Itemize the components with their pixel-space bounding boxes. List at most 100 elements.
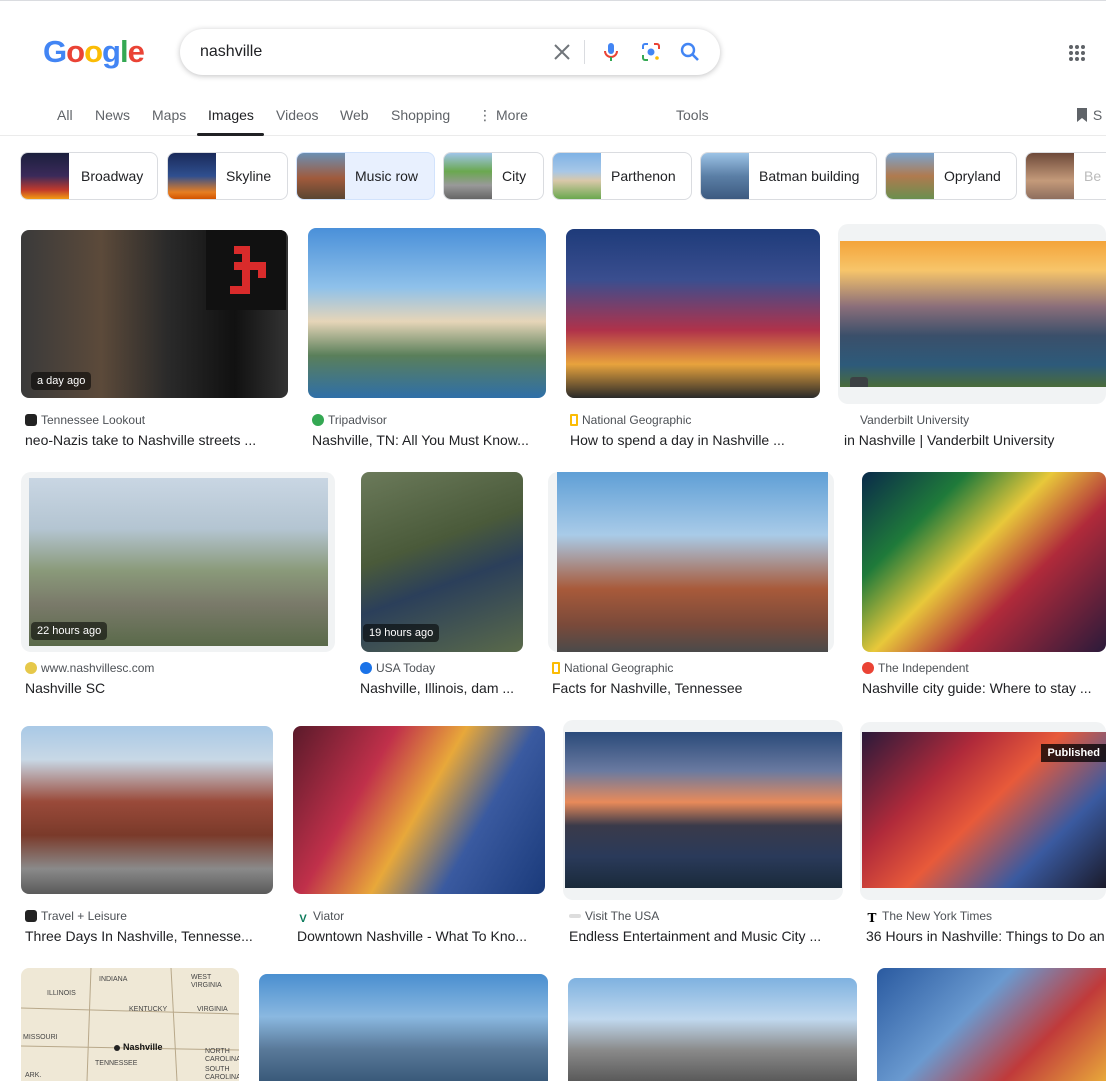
chip-music-row[interactable]: Music row — [296, 152, 435, 200]
chip-label: Opryland — [944, 168, 1001, 184]
logo-letter: o — [66, 34, 85, 69]
chip-thumbnail — [297, 153, 345, 199]
result-image[interactable] — [308, 228, 546, 398]
source-favicon — [360, 662, 372, 674]
source-name: The New York Times — [882, 909, 993, 923]
result-title[interactable]: Facts for Nashville, Tennessee — [552, 680, 832, 696]
image-icon — [850, 377, 868, 387]
microphone-icon[interactable] — [599, 40, 623, 64]
result-image[interactable] — [566, 229, 820, 398]
map-label: INDIANA — [99, 976, 128, 983]
apps-grid-icon[interactable] — [1068, 44, 1086, 62]
chip-label: Broadway — [81, 168, 144, 184]
source-favicon — [862, 662, 874, 674]
source-name: Visit The USA — [585, 909, 660, 923]
result-title[interactable]: 36 Hours in Nashville: Things to Do an — [866, 928, 1106, 944]
chip-label: Parthenon — [611, 168, 676, 184]
result-source: Tennessee Lookout — [25, 413, 145, 427]
map-label: SOUTH CAROLINA — [205, 1066, 239, 1081]
result-image[interactable]: 22 hours ago — [29, 478, 328, 646]
source-name: Tripadvisor — [328, 413, 387, 427]
saved-label: S — [1092, 107, 1103, 123]
chip-city[interactable]: City — [443, 152, 544, 200]
result-title[interactable]: in Nashville | Vanderbilt University — [844, 432, 1106, 448]
tab-news[interactable]: News — [95, 106, 130, 124]
clear-icon[interactable] — [550, 40, 574, 64]
result-title[interactable]: Nashville, TN: All You Must Know... — [312, 432, 548, 448]
result-title[interactable]: Three Days In Nashville, Tennesse... — [25, 928, 267, 944]
published-badge: Published — [1041, 744, 1106, 762]
search-input[interactable]: nashville — [200, 29, 262, 75]
result-title[interactable]: Downtown Nashville - What To Kno... — [297, 928, 541, 944]
logo-letter: G — [43, 34, 67, 69]
result-title[interactable]: neo-Nazis take to Nashville streets ... — [25, 432, 285, 448]
result-source: National Geographic — [552, 661, 673, 675]
timestamp-badge: 19 hours ago — [363, 624, 440, 642]
chip-thumbnail — [701, 153, 749, 199]
chip-skyline[interactable]: Skyline — [167, 152, 288, 200]
source-name: Vanderbilt University — [860, 413, 970, 427]
tab-more[interactable]: ⋮ More — [478, 106, 528, 124]
map-label: TENNESSEE — [95, 1060, 138, 1067]
chip-thumbnail — [444, 153, 492, 199]
chip-broadway[interactable]: Broadway — [20, 152, 158, 200]
map-label: KENTUCKY — [129, 1006, 168, 1013]
saved-button[interactable]: S — [1075, 106, 1102, 124]
result-image[interactable]: 19 hours ago — [361, 472, 523, 652]
result-image[interactable] — [568, 978, 857, 1081]
tab-videos[interactable]: Videos — [276, 106, 319, 124]
result-image[interactable] — [877, 968, 1106, 1081]
result-image[interactable] — [557, 472, 828, 652]
more-vert-icon: ⋮ — [478, 107, 492, 123]
result-source: National Geographic — [570, 413, 691, 427]
map-label: NORTH CAROLINA — [205, 1048, 239, 1063]
result-title[interactable]: Endless Entertainment and Music City ... — [569, 928, 831, 944]
source-favicon — [25, 910, 37, 922]
tab-all[interactable]: All — [57, 106, 73, 124]
chip-thumbnail — [168, 153, 216, 199]
result-title[interactable]: Nashville city guide: Where to stay ... — [862, 680, 1106, 696]
tab-maps[interactable]: Maps — [152, 106, 186, 124]
source-favicon — [552, 662, 560, 674]
chip-batman-building[interactable]: Batman building — [700, 152, 877, 200]
result-image[interactable] — [565, 732, 842, 888]
google-lens-icon[interactable] — [639, 40, 663, 64]
source-name: National Geographic — [564, 661, 674, 675]
search-divider — [584, 40, 585, 64]
result-image[interactable]: Published — [862, 732, 1106, 888]
google-logo[interactable]: Google — [43, 34, 145, 70]
result-title[interactable]: Nashville, Illinois, dam ... — [360, 680, 530, 696]
result-image[interactable] — [293, 726, 545, 894]
result-title[interactable]: How to spend a day in Nashville ... — [570, 432, 822, 448]
tab-shopping[interactable]: Shopping — [391, 106, 450, 124]
result-image[interactable] — [21, 726, 273, 894]
result-image[interactable] — [840, 241, 1106, 387]
chip-thumbnail — [553, 153, 601, 199]
search-box[interactable]: nashville — [180, 29, 720, 75]
map-label: WEST VIRGINIA — [191, 974, 222, 989]
source-name: Viator — [313, 909, 345, 923]
result-source: Travel + Leisure — [25, 909, 127, 923]
result-image-map[interactable]: INDIANA ILLINOIS WEST VIRGINIA KENTUCKY … — [21, 968, 239, 1081]
result-image[interactable] — [862, 472, 1106, 652]
source-favicon: V — [297, 913, 309, 925]
tab-web[interactable]: Web — [340, 106, 369, 124]
result-image[interactable]: a day ago — [21, 230, 288, 398]
tools-button[interactable]: Tools — [676, 106, 709, 124]
chip-parthenon[interactable]: Parthenon — [552, 152, 692, 200]
result-image[interactable] — [259, 974, 548, 1081]
search-icon[interactable] — [678, 40, 702, 64]
active-tab-indicator — [197, 133, 264, 136]
chip-partial[interactable]: Be — [1025, 152, 1106, 200]
source-name: The Independent — [878, 661, 969, 675]
tab-images[interactable]: Images — [208, 106, 254, 124]
chip-opryland[interactable]: Opryland — [885, 152, 1017, 200]
map-label: VIRGINIA — [197, 1006, 228, 1013]
result-title[interactable]: Nashville SC — [25, 680, 325, 696]
map-label: ARK. — [25, 1072, 42, 1079]
result-source: www.nashvillesc.com — [25, 661, 154, 675]
chip-label: Batman building — [759, 168, 860, 184]
source-name: USA Today — [376, 661, 436, 675]
chip-label: Music row — [355, 168, 419, 184]
result-source: T The New York Times — [866, 909, 992, 924]
